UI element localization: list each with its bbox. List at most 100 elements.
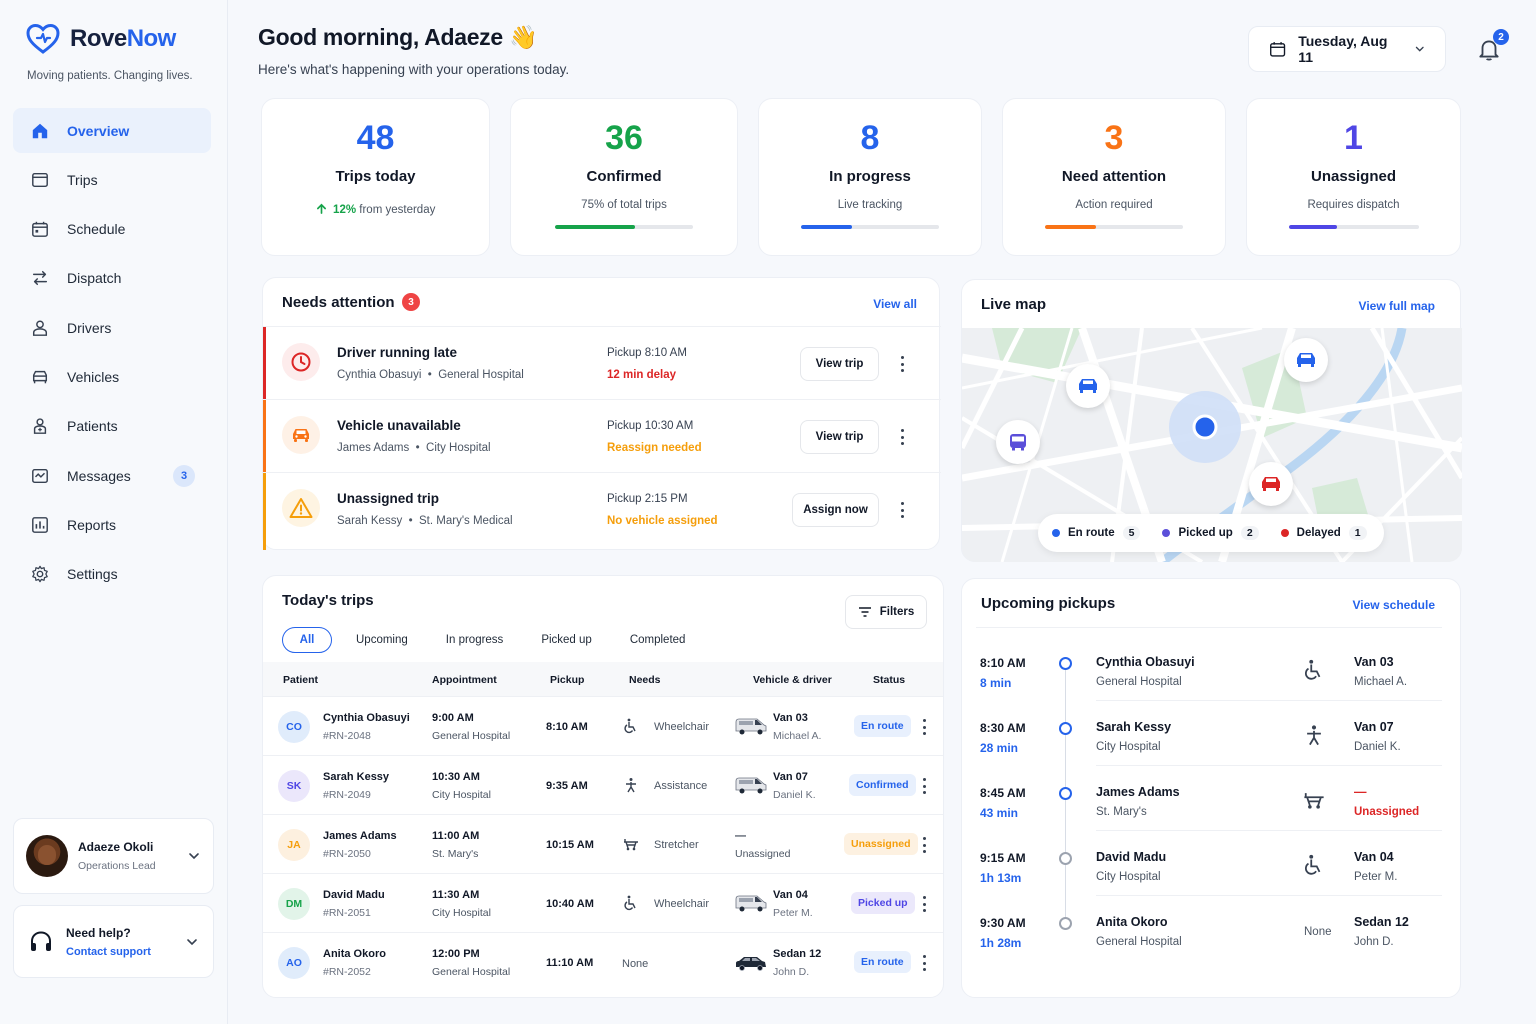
stat-card-need-attention[interactable]: 3 Need attention Action required xyxy=(1002,98,1226,256)
patient-name: James Adams xyxy=(323,830,397,842)
contact-support-link[interactable]: Contact support xyxy=(66,946,151,958)
tab-picked-up[interactable]: Picked up xyxy=(541,634,592,646)
stat-card-confirmed[interactable]: 36 Confirmed 75% of total trips xyxy=(510,98,738,256)
stretcher-icon xyxy=(624,839,638,851)
sidebar-item-patients[interactable]: Patients xyxy=(13,404,211,449)
attention-item[interactable]: Driver running late Cynthia Obasuyi • Ge… xyxy=(263,326,941,399)
sidebar-item-messages[interactable]: Messages 3 xyxy=(13,453,211,498)
table-row[interactable]: JA James Adams #RN-2050 11:00 AM St. Mar… xyxy=(263,814,943,873)
sidebar-item-dispatch[interactable]: Dispatch xyxy=(13,256,211,301)
pickup-item[interactable]: 9:15 AM 1h 13m David Madu City Hospital … xyxy=(962,830,1462,895)
status-badge: Confirmed xyxy=(849,774,916,796)
delayed-car-marker-icon[interactable] xyxy=(1249,462,1293,506)
gear-icon xyxy=(32,565,48,583)
appointment-time: 10:30 AM xyxy=(432,771,480,783)
destination: City Hospital xyxy=(1096,871,1161,883)
tab-in-progress[interactable]: In progress xyxy=(446,634,504,646)
sidebar-item-settings[interactable]: Settings xyxy=(13,552,211,597)
appointment-place: General Hospital xyxy=(432,730,511,742)
driver-name: John D. xyxy=(773,966,810,978)
patient-name: David Madu xyxy=(323,889,385,901)
stat-sub: Live tracking xyxy=(837,199,903,211)
view-schedule-link[interactable]: View schedule xyxy=(1353,598,1435,612)
sidebar-item-schedule[interactable]: Schedule xyxy=(13,207,211,252)
timeline-dot xyxy=(1059,722,1072,735)
patient-id: #RN-2052 xyxy=(323,966,371,978)
column-header[interactable]: Pickup xyxy=(550,674,584,686)
table-row[interactable]: SK Sarah Kessy #RN-2049 10:30 AM City Ho… xyxy=(263,755,943,814)
pickup-item[interactable]: 9:30 AM 1h 28m Anita Okoro General Hospi… xyxy=(962,895,1462,960)
legend-label: En route xyxy=(1068,527,1115,539)
view-trip-button[interactable]: View trip xyxy=(800,420,879,454)
live-map-panel: Live map View full map En route 5 Picked… xyxy=(961,279,1462,562)
sidebar-item-overview[interactable]: Overview xyxy=(13,108,211,153)
sidebar-item-reports[interactable]: Reports xyxy=(13,502,211,547)
van-marker-icon[interactable] xyxy=(1284,338,1328,382)
more-options-icon[interactable] xyxy=(900,429,904,445)
sidebar-item-trips[interactable]: Trips xyxy=(13,157,211,202)
patient-initials: SK xyxy=(278,770,310,802)
patient-name: Sarah Kessy xyxy=(323,771,390,783)
tab-upcoming[interactable]: Upcoming xyxy=(356,634,408,646)
need-label: None xyxy=(1304,926,1332,938)
more-options-icon[interactable] xyxy=(922,837,926,853)
more-options-icon[interactable] xyxy=(922,896,926,912)
view-all-link[interactable]: View all xyxy=(873,297,917,311)
pickup-eta: 43 min xyxy=(980,806,1019,820)
column-header[interactable]: Appointment xyxy=(432,674,497,686)
sidebar-item-vehicles[interactable]: Vehicles xyxy=(13,354,211,399)
pickup-time: 8:45 AM xyxy=(980,786,1026,800)
column-header[interactable]: Status xyxy=(873,674,905,686)
destination: City Hospital xyxy=(1096,741,1161,753)
attention-meta: Cynthia Obasuyi • General Hospital xyxy=(337,369,524,381)
bus-marker-icon[interactable] xyxy=(996,420,1040,464)
stat-card-unassigned[interactable]: 1 Unassigned Requires dispatch xyxy=(1246,98,1461,256)
progress-bar xyxy=(555,225,693,229)
map[interactable]: En route 5 Picked up 2 Delayed 1 xyxy=(962,328,1462,562)
view-full-map-link[interactable]: View full map xyxy=(1359,299,1435,313)
chevron-down-icon[interactable] xyxy=(187,849,201,863)
patient-name: Anita Okoro xyxy=(1096,915,1168,929)
driver-name: Peter M. xyxy=(1354,871,1398,883)
view-trip-button[interactable]: View trip xyxy=(800,347,879,381)
filters-button[interactable]: Filters xyxy=(845,595,927,629)
more-options-icon[interactable] xyxy=(922,719,926,735)
more-options-icon[interactable] xyxy=(900,356,904,372)
more-options-icon[interactable] xyxy=(922,955,926,971)
vehicle-name: Van 03 xyxy=(773,712,808,724)
attention-status: 12 min delay xyxy=(607,369,677,381)
pickup-item[interactable]: 8:45 AM 43 min James Adams St. Mary's — … xyxy=(962,765,1462,830)
appointment-place: City Hospital xyxy=(432,789,491,801)
attention-status: Reassign needed xyxy=(607,442,702,454)
appointment-place: General Hospital xyxy=(432,966,511,978)
vehicle-name: Van 04 xyxy=(773,889,808,901)
sidebar-item-drivers[interactable]: Drivers xyxy=(13,305,211,350)
sidebar-item-label: Reports xyxy=(67,516,117,533)
more-options-icon[interactable] xyxy=(900,502,904,518)
table-row[interactable]: CO Cynthia Obasuyi #RN-2048 9:00 AM Gene… xyxy=(263,696,943,755)
tab-completed[interactable]: Completed xyxy=(630,634,686,646)
user-profile-card[interactable]: Adaeze Okoli Operations Lead xyxy=(13,818,214,894)
logo[interactable]: RoveNow xyxy=(26,24,176,54)
van-marker-icon[interactable] xyxy=(1066,364,1110,408)
more-options-icon[interactable] xyxy=(922,778,926,794)
stat-value: 3 xyxy=(1104,119,1124,157)
pickup-item[interactable]: 8:10 AM 8 min Cynthia Obasuyi General Ho… xyxy=(962,635,1462,700)
stat-card-in-progress[interactable]: 8 In progress Live tracking xyxy=(758,98,982,256)
stat-card-trips-today[interactable]: 48 Trips today 12% from yesterday xyxy=(261,98,490,256)
attention-item[interactable]: Vehicle unavailable James Adams • City H… xyxy=(263,399,941,472)
pickup-time: 9:30 AM xyxy=(980,916,1026,930)
table-row[interactable]: DM David Madu #RN-2051 11:30 AM City Hos… xyxy=(263,873,943,932)
tab-all[interactable]: All xyxy=(282,627,332,653)
attention-item[interactable]: Unassigned trip Sarah Kessy • St. Mary's… xyxy=(263,472,941,550)
patient-id: #RN-2048 xyxy=(323,730,371,742)
help-card[interactable]: Need help? Contact support xyxy=(13,905,214,978)
column-header[interactable]: Vehicle & driver xyxy=(753,674,832,686)
table-row[interactable]: AO Anita Okoro #RN-2052 12:00 PM General… xyxy=(263,932,943,991)
date-picker-button[interactable]: Tuesday, Aug 11 xyxy=(1248,26,1446,72)
column-header[interactable]: Needs xyxy=(629,674,661,686)
assign-now-button[interactable]: Assign now xyxy=(792,493,879,527)
pickup-item[interactable]: 8:30 AM 28 min Sarah Kessy City Hospital… xyxy=(962,700,1462,765)
column-header[interactable]: Patient xyxy=(283,674,318,686)
chevron-down-icon[interactable] xyxy=(185,935,199,949)
